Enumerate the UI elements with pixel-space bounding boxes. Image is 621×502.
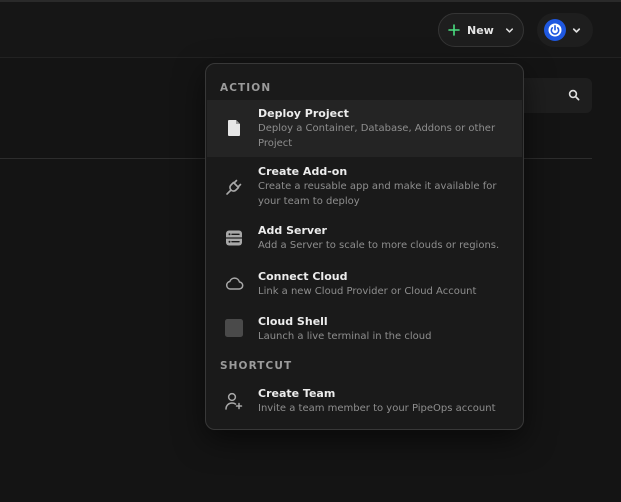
menu-item-description: Invite a team member to your PipeOps acc… <box>258 403 496 414</box>
menu-item-create-team[interactable]: Create Team Invite a team member to your… <box>207 382 522 416</box>
plug-icon <box>226 179 242 195</box>
plus-icon <box>448 24 460 36</box>
file-icon <box>228 120 240 136</box>
menu-item-description: Deploy a Container, Database, Addons or … <box>258 123 496 149</box>
avatar <box>544 19 566 41</box>
menu-item-title: Cloud Shell <box>258 315 328 328</box>
top-bar: New <box>0 0 621 58</box>
section-label-shortcut: SHORTCUT <box>220 360 293 372</box>
menu-item-title: Add Server <box>258 224 327 237</box>
user-plus-icon <box>225 392 243 410</box>
menu-item-description: Create a reusable app and make it availa… <box>258 181 497 207</box>
menu-item-add-server[interactable]: Add Server Add a Server to scale to more… <box>207 220 522 254</box>
menu-item-create-add-on[interactable]: Create Add-on Create a reusable app and … <box>207 160 522 212</box>
power-icon <box>548 23 562 37</box>
terminal-icon <box>225 319 243 337</box>
menu-item-deploy-project[interactable]: Deploy Project Deploy a Container, Datab… <box>207 100 522 157</box>
chevron-down-icon <box>505 27 513 33</box>
menu-item-description: Link a new Cloud Provider or Cloud Accou… <box>258 286 477 297</box>
menu-item-title: Create Team <box>258 387 336 400</box>
menu-item-description: Add a Server to scale to more clouds or … <box>258 240 500 251</box>
new-dropdown-menu: ACTION Deploy Project Deploy a Container… <box>205 63 524 430</box>
new-button-label: New <box>467 23 494 37</box>
menu-item-connect-cloud[interactable]: Connect Cloud Link a new Cloud Provider … <box>207 266 522 300</box>
new-button[interactable]: New <box>438 13 524 47</box>
top-border <box>0 0 621 2</box>
menu-item-description: Launch a live terminal in the cloud <box>258 331 432 342</box>
menu-item-title: Deploy Project <box>258 107 349 120</box>
menu-item-cloud-shell[interactable]: Cloud Shell Launch a live terminal in th… <box>207 311 522 345</box>
cloud-icon <box>226 277 244 290</box>
menu-item-title: Create Add-on <box>258 165 348 178</box>
account-menu-button[interactable] <box>537 13 593 47</box>
search-icon <box>568 89 580 101</box>
menu-item-title: Connect Cloud <box>258 270 348 283</box>
section-label-action: ACTION <box>220 82 272 94</box>
chevron-down-icon <box>572 27 581 33</box>
server-icon <box>226 230 242 246</box>
